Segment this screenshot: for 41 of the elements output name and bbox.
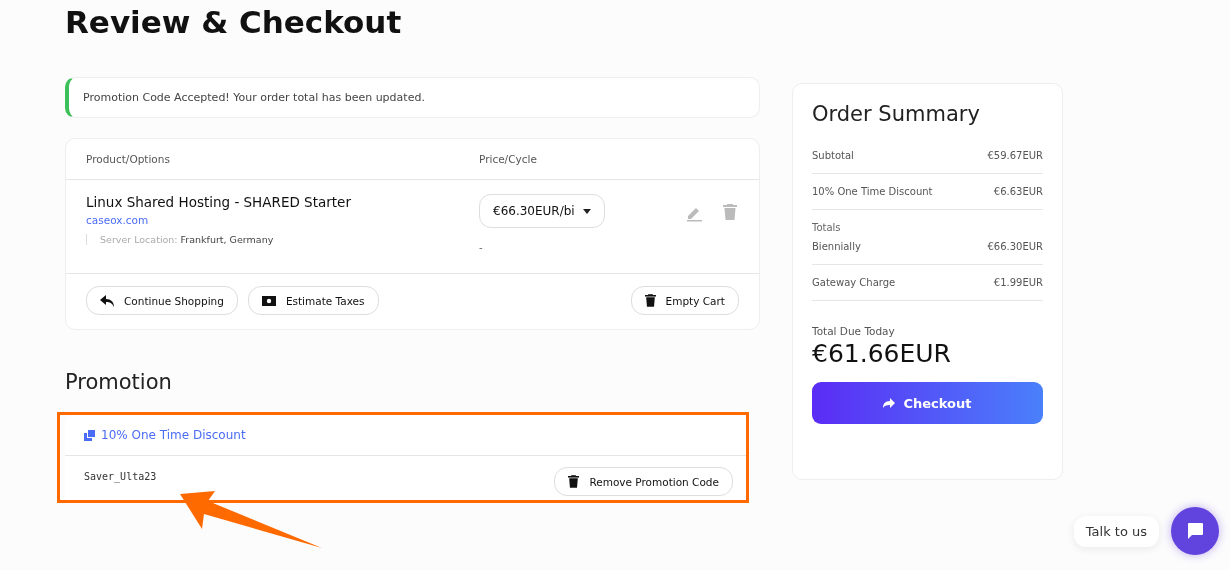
summary-label: 10% One Time Discount (812, 186, 933, 197)
option-label: Server Location: (100, 234, 178, 245)
caret-icon (582, 208, 591, 214)
empty-cart-button[interactable]: Empty Cart (630, 286, 739, 315)
trash-icon (644, 294, 656, 307)
summary-label: Subtotal (812, 150, 854, 161)
summary-label: Biennially (812, 241, 861, 252)
action-button[interactable]: Estimate Taxes (247, 286, 379, 315)
price-note: - (479, 242, 484, 253)
trash-icon[interactable] (723, 204, 737, 220)
product-name: Linux Shared Hosting - SHARED Starter (86, 194, 352, 210)
summary-label: Gateway Charge (812, 277, 896, 288)
chat-label[interactable]: Talk to us (1073, 515, 1159, 547)
column-header: Price/Cycle (479, 153, 537, 165)
remove-promo-button[interactable]: Remove Promotion Code (554, 467, 733, 496)
action-button[interactable]: Continue Shopping (86, 286, 238, 315)
tag-icon (84, 429, 95, 441)
option-value: Frankfurt, Germany (180, 234, 274, 245)
column-header: Product/Options (86, 153, 171, 165)
success-alert: Promotion Code Accepted! Your order total has been updated. (65, 77, 760, 118)
forward-arrow-icon (883, 398, 896, 408)
domain-link[interactable]: caseox.com (86, 214, 479, 226)
checkout-button[interactable]: Checkout (812, 382, 1043, 424)
summary-value: €6.63EUR (993, 186, 1043, 197)
reply-arrow-icon (100, 294, 114, 307)
summary-value: €66.30EUR (987, 241, 1043, 252)
total-label: Total Due Today (812, 325, 896, 337)
banknote-icon (261, 295, 276, 306)
summary-title: Order Summary (812, 102, 981, 126)
promotion-name: 10% One Time Discount (101, 428, 246, 442)
trash-icon (568, 475, 580, 488)
total-amount: €61.66EUR (812, 339, 952, 368)
promo-code: Saver_Ulta23 (84, 470, 157, 485)
chat-bubble-icon (1186, 522, 1204, 540)
section-heading: Promotion (65, 370, 173, 394)
summary-value: €59.67EUR (987, 150, 1043, 161)
price-dropdown[interactable]: €66.30EUR/bi (479, 194, 605, 228)
summary-group-label: Totals (812, 222, 842, 233)
summary-value: €1.99EUR (993, 277, 1043, 288)
chat-button[interactable] (1171, 507, 1219, 555)
page-title: Review & Checkout (65, 4, 403, 40)
